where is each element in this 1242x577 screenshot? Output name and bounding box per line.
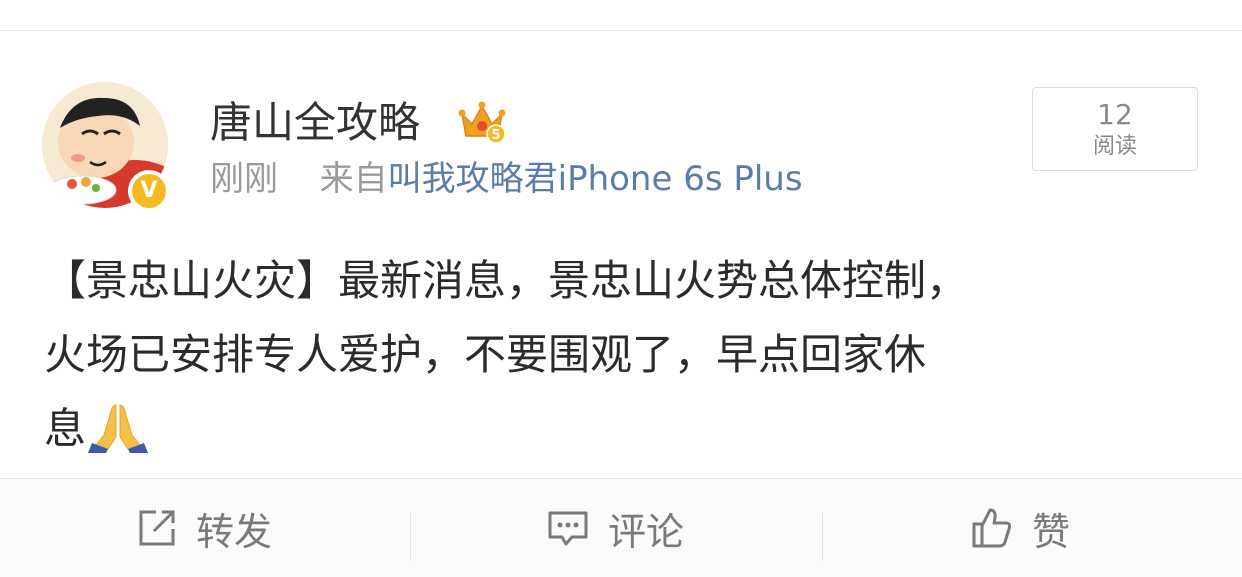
source-link[interactable]: 叫我攻略君iPhone 6s Plus	[388, 159, 803, 199]
like-icon	[972, 508, 1012, 548]
post-text-tail: 息	[44, 404, 87, 453]
crown-level: 5	[491, 128, 500, 143]
action-divider	[410, 513, 411, 561]
username[interactable]: 唐山全攻略	[210, 93, 420, 153]
post-meta: 刚刚 来自叫我攻略君iPhone 6s Plus	[210, 154, 803, 204]
comment-label: 评论	[608, 509, 685, 554]
action-bar: 转发 评论 赞	[0, 479, 1242, 577]
like-button[interactable]: 赞	[970, 479, 1070, 577]
post-time: 刚刚	[210, 159, 278, 199]
like-label: 赞	[1032, 509, 1071, 554]
post-body: 【景忠山火灾】最新消息，景忠山火势总体控制， 火场已安排专人爱护，不要围观了，早…	[44, 244, 1204, 466]
crown-vip-icon[interactable]: 5	[458, 100, 506, 144]
from-prefix: 来自	[319, 159, 388, 199]
post-text-line: 息	[44, 392, 1204, 466]
pray-emoji	[88, 404, 149, 453]
repost-label: 转发	[196, 509, 273, 554]
repost-icon	[139, 510, 175, 546]
top-divider	[0, 30, 1242, 31]
comment-button[interactable]: 评论	[546, 479, 684, 577]
weibo-post-card: V 唐山全攻略 5 刚刚 来自叫我攻略君iPhone 6s Plus 12 阅读…	[0, 0, 1242, 577]
post-text-line: 【景忠山火灾】最新消息，景忠山火势总体控制，	[44, 256, 969, 305]
repost-button[interactable]: 转发	[136, 479, 272, 577]
comment-icon	[548, 511, 588, 546]
read-label: 阅读	[1092, 134, 1137, 159]
read-count-box: 12 阅读	[1032, 87, 1198, 171]
read-count: 12	[1097, 98, 1133, 131]
verified-badge: V	[128, 170, 170, 212]
post-text-line: 火场已安排专人爱护，不要围观了，早点回家休	[44, 330, 927, 379]
action-divider	[822, 513, 823, 561]
verified-icon: V	[132, 174, 166, 208]
